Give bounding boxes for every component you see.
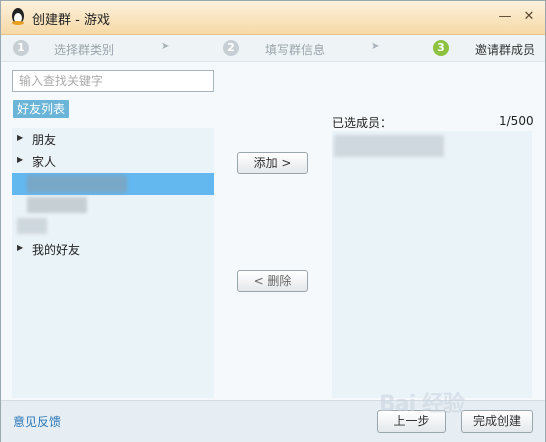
expand-caret-icon[interactable]: ▶ <box>17 133 23 142</box>
step-1-number: 1 <box>13 40 29 56</box>
window-title: 创建群 - 游戏 <box>32 13 110 28</box>
watermark: Bai 经验 <box>379 392 465 417</box>
selected-member-item[interactable] <box>334 135 444 157</box>
redacted-name <box>17 218 47 234</box>
group-label: 家人 <box>32 155 57 169</box>
redacted-name <box>27 175 127 193</box>
step-2-label: 填写群信息 <box>265 43 326 57</box>
step-3-label: 邀请群成员 <box>475 43 536 57</box>
selected-members-panel <box>332 131 532 398</box>
step-3-number: 3 <box>433 40 449 56</box>
group-friends[interactable]: ▶ 朋友 <box>12 128 214 150</box>
selected-members-label: 已选成员： <box>332 116 393 130</box>
step-arrow-icon: ➤ <box>371 41 380 52</box>
group-selected-blurred[interactable] <box>12 173 214 195</box>
friend-list-panel: ▶ 朋友 ▶ 家人 ▶ 我的好友 <box>12 128 214 398</box>
feedback-link[interactable]: 意见反馈 <box>13 413 61 430</box>
step-arrow-icon: ➤ <box>161 41 170 52</box>
expand-caret-icon[interactable]: ▶ <box>17 243 23 252</box>
group-my-friends[interactable]: ▶ 我的好友 <box>12 238 214 260</box>
selected-members-count: 1/500 <box>499 114 534 128</box>
step-indicator: 1 选择群类别 ➤ 2 填写群信息 ➤ 3 邀请群成员 <box>1 35 545 62</box>
add-button[interactable]: 添加 > <box>237 152 308 174</box>
search-input[interactable] <box>12 70 214 92</box>
remove-button[interactable]: < 删除 <box>237 270 308 292</box>
expand-caret-icon[interactable]: ▶ <box>17 155 23 164</box>
step-2-number: 2 <box>223 40 239 56</box>
group-label: 我的好友 <box>32 243 81 257</box>
group-family[interactable]: ▶ 家人 <box>12 150 214 172</box>
group-label: 朋友 <box>32 133 57 147</box>
tab-friend-list[interactable]: 好友列表 <box>13 100 70 118</box>
title-bar: 创建群 - 游戏 — ✕ <box>1 1 545 35</box>
redacted-name <box>27 197 87 213</box>
finish-create-button[interactable]: 完成创建 <box>461 410 533 433</box>
close-button[interactable]: ✕ <box>521 10 537 24</box>
group-blurred[interactable] <box>12 195 214 217</box>
step-1-label: 选择群类别 <box>54 43 115 57</box>
qq-penguin-icon <box>12 8 24 25</box>
minimize-button[interactable]: — <box>497 10 513 24</box>
group-blurred[interactable] <box>12 216 214 238</box>
create-group-window: 创建群 - 游戏 — ✕ 1 选择群类别 ➤ 2 填写群信息 ➤ 3 邀请群成员… <box>0 0 546 442</box>
